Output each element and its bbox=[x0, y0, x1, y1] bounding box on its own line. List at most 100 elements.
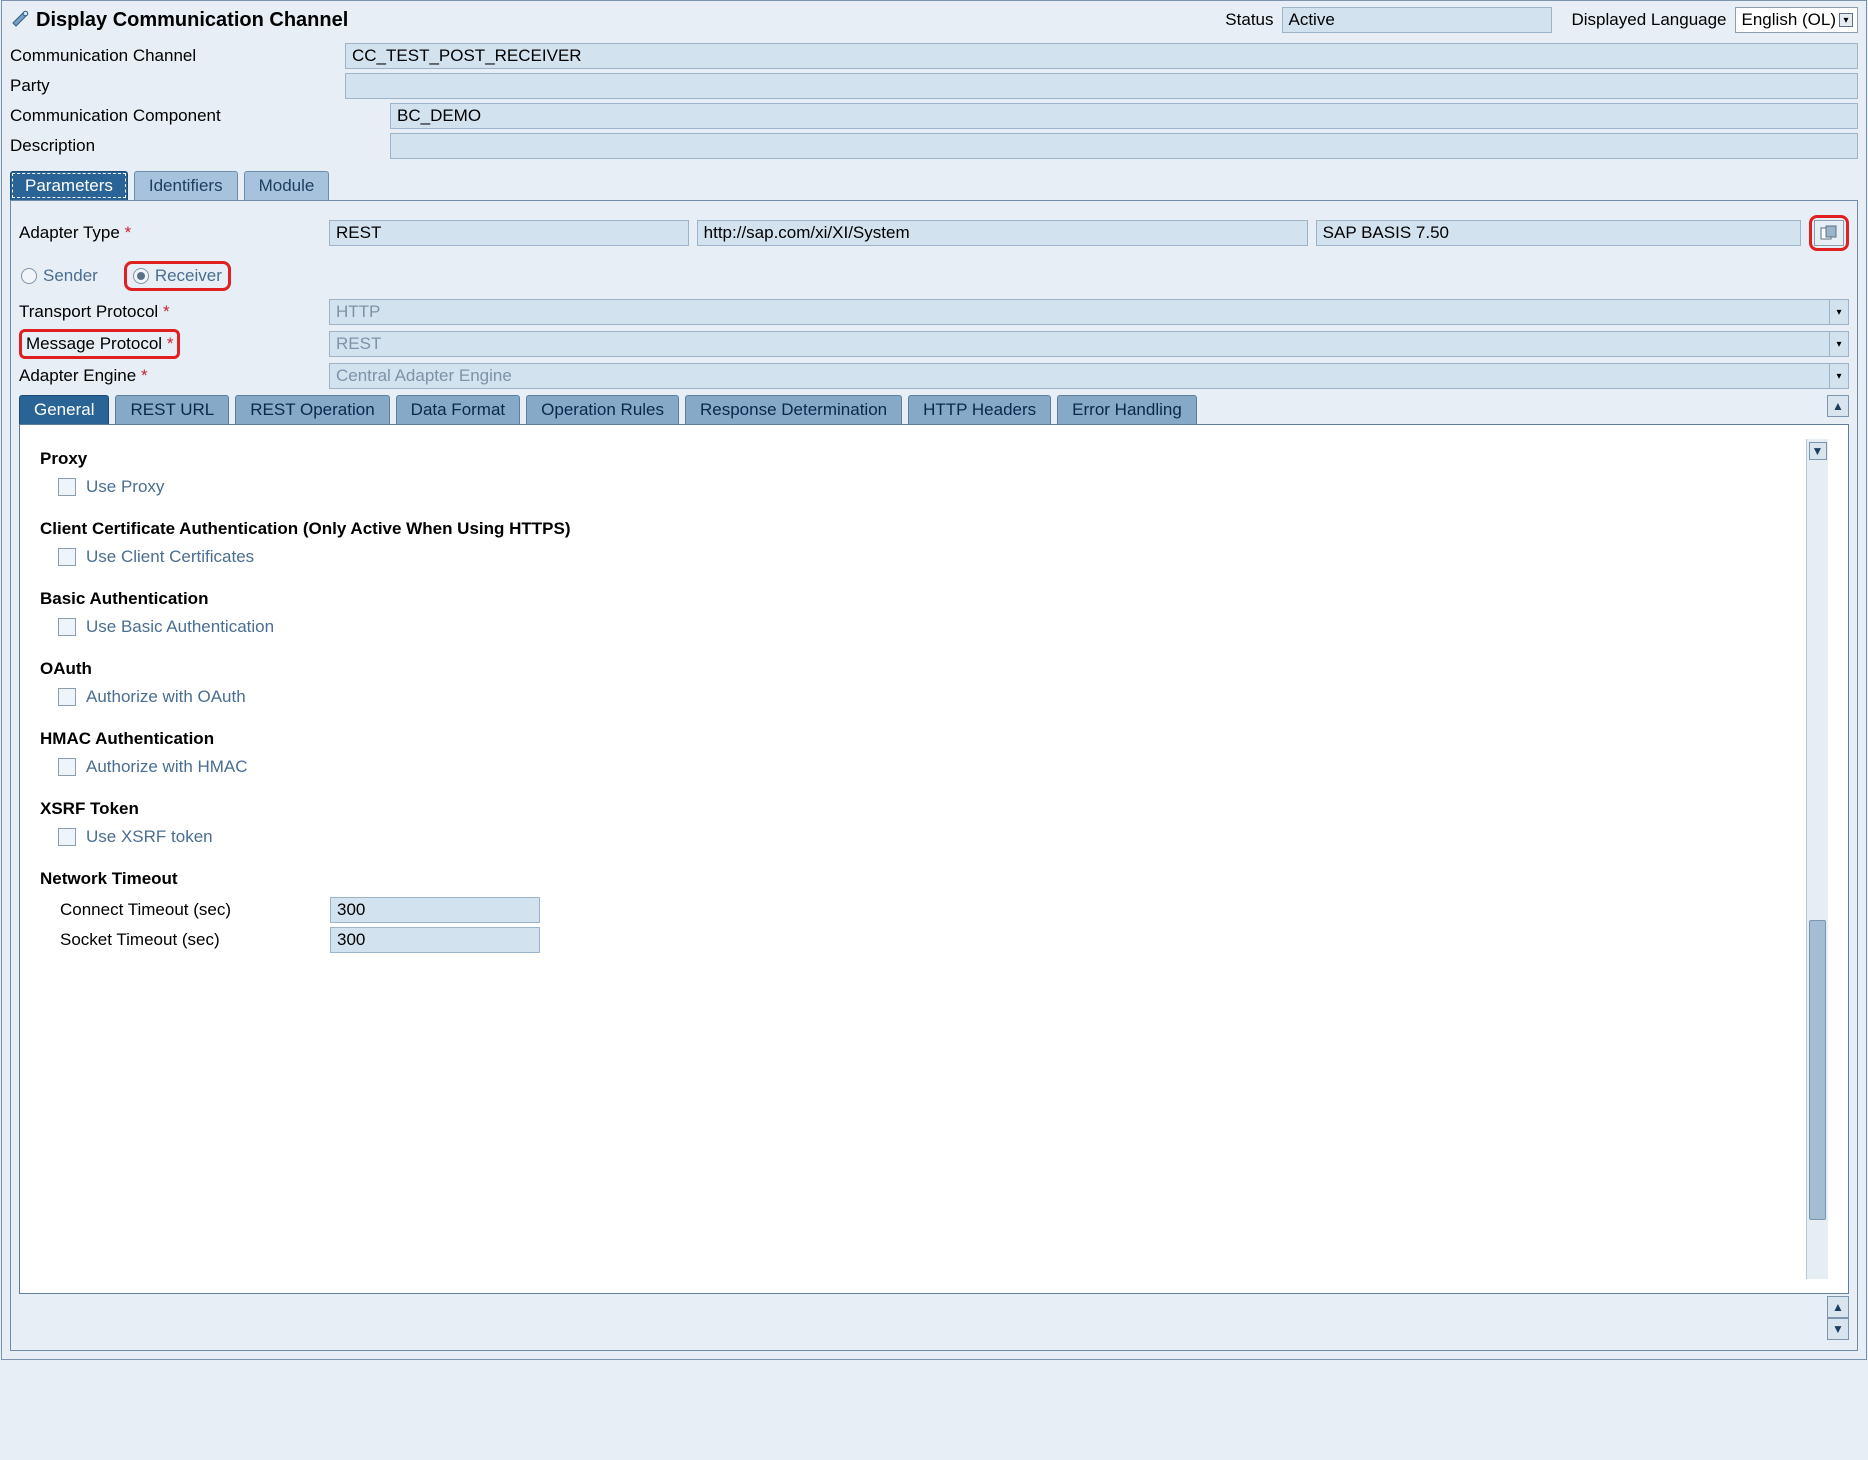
hmac-label: Authorize with HMAC bbox=[86, 757, 248, 777]
receiver-highlight: Receiver bbox=[124, 261, 231, 291]
general-body: Proxy Use Proxy Client Certificate Authe… bbox=[19, 424, 1849, 1294]
vertical-scrollbar[interactable]: ▼ bbox=[1806, 439, 1828, 1279]
header-row: Display Communication Channel Status Act… bbox=[2, 1, 1866, 37]
hmac-section: HMAC Authentication bbox=[40, 729, 1806, 749]
client-cert-checkbox[interactable] bbox=[58, 548, 76, 566]
adapter-picker-button[interactable] bbox=[1814, 220, 1844, 246]
party-value bbox=[345, 73, 1858, 99]
use-proxy-label: Use Proxy bbox=[86, 477, 164, 497]
cca-row: Use Client Certificates bbox=[58, 547, 1806, 567]
subtab-http-headers[interactable]: HTTP Headers bbox=[908, 395, 1051, 424]
radio-receiver[interactable]: Receiver bbox=[133, 266, 222, 286]
transport-value: HTTP bbox=[329, 299, 1829, 325]
socket-timeout-row: Socket Timeout (sec) 300 bbox=[40, 927, 1806, 953]
lang-wrap: Displayed Language English (OL) ▾ bbox=[1572, 7, 1859, 33]
picker-icon bbox=[1820, 225, 1838, 241]
main-tabstrip: Parameters Identifiers Module bbox=[2, 171, 1866, 200]
engine-label: Adapter Engine * bbox=[19, 366, 329, 386]
status-wrap: Status Active bbox=[1225, 7, 1551, 33]
channel-value: CC_TEST_POST_RECEIVER bbox=[345, 43, 1858, 69]
description-label: Description bbox=[10, 136, 390, 156]
radio-selected-icon bbox=[133, 268, 149, 284]
scroll-arrow-up-bottom[interactable]: ▲ bbox=[1827, 1296, 1849, 1318]
socket-timeout-value[interactable]: 300 bbox=[330, 927, 540, 953]
required-marker: * bbox=[125, 223, 132, 242]
subtab-operation-rules[interactable]: Operation Rules bbox=[526, 395, 679, 424]
basic-auth-label: Use Basic Authentication bbox=[86, 617, 274, 637]
connect-timeout-row: Connect Timeout (sec) 300 bbox=[40, 897, 1806, 923]
receiver-label: Receiver bbox=[155, 266, 222, 286]
channel-label: Communication Channel bbox=[10, 46, 345, 66]
oauth-section: OAuth bbox=[40, 659, 1806, 679]
oauth-checkbox[interactable] bbox=[58, 688, 76, 706]
message-label-wrap: Message Protocol * bbox=[19, 329, 329, 359]
xsrf-checkbox[interactable] bbox=[58, 828, 76, 846]
timeout-section: Network Timeout bbox=[40, 869, 1806, 889]
engine-row: Adapter Engine * Central Adapter Engine … bbox=[19, 363, 1849, 389]
oauth-label: Authorize with OAuth bbox=[86, 687, 246, 707]
component-value: BC_DEMO bbox=[390, 103, 1858, 129]
message-select[interactable]: REST ▾ bbox=[329, 331, 1849, 357]
connect-timeout-label: Connect Timeout (sec) bbox=[40, 900, 330, 920]
use-proxy-row: Use Proxy bbox=[58, 477, 1806, 497]
xsrf-label: Use XSRF token bbox=[86, 827, 213, 847]
subtab-rest-url[interactable]: REST URL bbox=[115, 395, 229, 424]
direction-radio-group: Sender Receiver bbox=[19, 255, 1849, 295]
subtab-rest-operation[interactable]: REST Operation bbox=[235, 395, 389, 424]
parameters-body: Adapter Type * REST http://sap.com/xi/XI… bbox=[10, 200, 1858, 1351]
status-value: Active bbox=[1282, 7, 1552, 33]
dropdown-icon: ▾ bbox=[1829, 363, 1849, 389]
adapter-picker-highlight bbox=[1809, 215, 1849, 251]
adapter-type-row: Adapter Type * REST http://sap.com/xi/XI… bbox=[19, 215, 1849, 251]
tab-parameters[interactable]: Parameters bbox=[10, 171, 128, 200]
radio-sender[interactable]: Sender bbox=[21, 266, 98, 286]
basic-auth-checkbox[interactable] bbox=[58, 618, 76, 636]
cca-section: Client Certificate Authentication (Only … bbox=[40, 519, 1806, 539]
client-cert-label: Use Client Certificates bbox=[86, 547, 254, 567]
dropdown-icon: ▾ bbox=[1839, 13, 1853, 27]
message-row: Message Protocol * REST ▾ bbox=[19, 329, 1849, 359]
scroll-footer2: ▼ bbox=[19, 1318, 1849, 1340]
xsrf-section: XSRF Token bbox=[40, 799, 1806, 819]
scroll-up-button[interactable]: ▲ bbox=[1827, 395, 1849, 417]
socket-timeout-label: Socket Timeout (sec) bbox=[40, 930, 330, 950]
general-content: Proxy Use Proxy Client Certificate Authe… bbox=[40, 439, 1806, 1279]
scroll-arrow-down-bottom[interactable]: ▼ bbox=[1827, 1318, 1849, 1340]
engine-select[interactable]: Central Adapter Engine ▾ bbox=[329, 363, 1849, 389]
comm-channel-panel: Display Communication Channel Status Act… bbox=[1, 0, 1867, 1360]
dropdown-icon: ▾ bbox=[1829, 331, 1849, 357]
lang-select[interactable]: English (OL) ▾ bbox=[1735, 7, 1858, 33]
transport-select[interactable]: HTTP ▾ bbox=[329, 299, 1849, 325]
hmac-checkbox[interactable] bbox=[58, 758, 76, 776]
adapter-basis: SAP BASIS 7.50 bbox=[1316, 220, 1801, 246]
connect-timeout-value[interactable]: 300 bbox=[330, 897, 540, 923]
transport-label: Transport Protocol * bbox=[19, 302, 329, 322]
scroll-arrow-up-icon[interactable]: ▼ bbox=[1809, 442, 1827, 460]
sender-label: Sender bbox=[43, 266, 98, 286]
basic-auth-row: Use Basic Authentication bbox=[58, 617, 1806, 637]
basic-auth-section: Basic Authentication bbox=[40, 589, 1806, 609]
oauth-row: Authorize with OAuth bbox=[58, 687, 1806, 707]
subtabs-wrap: General REST URL REST Operation Data For… bbox=[19, 395, 1849, 424]
page-title-wrap: Display Communication Channel bbox=[10, 7, 1225, 33]
subtab-general[interactable]: General bbox=[19, 395, 109, 424]
tab-identifiers[interactable]: Identifiers bbox=[134, 171, 238, 200]
header-form: Communication Channel CC_TEST_POST_RECEI… bbox=[2, 37, 1866, 171]
description-value bbox=[390, 133, 1858, 159]
status-label: Status bbox=[1225, 10, 1273, 30]
scroll-thumb[interactable] bbox=[1809, 920, 1826, 1220]
use-proxy-checkbox[interactable] bbox=[58, 478, 76, 496]
radio-icon bbox=[21, 268, 37, 284]
channel-icon bbox=[10, 7, 30, 33]
component-label: Communication Component bbox=[10, 106, 390, 126]
engine-value: Central Adapter Engine bbox=[329, 363, 1829, 389]
adapter-namespace: http://sap.com/xi/XI/System bbox=[697, 220, 1308, 246]
subtab-error-handling[interactable]: Error Handling bbox=[1057, 395, 1197, 424]
adapter-type-label: Adapter Type * bbox=[19, 223, 329, 243]
subtabs: General REST URL REST Operation Data For… bbox=[19, 395, 1827, 424]
message-value: REST bbox=[329, 331, 1829, 357]
subtab-response-determination[interactable]: Response Determination bbox=[685, 395, 902, 424]
lang-value: English (OL) bbox=[1742, 10, 1836, 30]
tab-module[interactable]: Module bbox=[244, 171, 330, 200]
subtab-data-format[interactable]: Data Format bbox=[396, 395, 520, 424]
